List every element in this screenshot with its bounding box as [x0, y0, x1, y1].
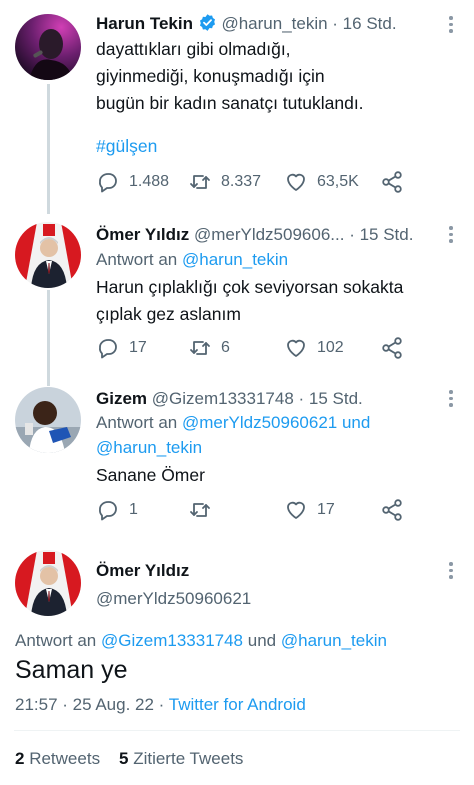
like-button[interactable]: 63,5K	[284, 170, 359, 194]
reply-button[interactable]: 1.488	[96, 170, 169, 194]
tweet-meta: 21:57 · 25 Aug. 22 · Twitter for Android	[15, 694, 306, 716]
retweet-icon	[190, 341, 210, 355]
tweet-text: Sanane Ömer	[96, 465, 205, 485]
retweet-button[interactable]	[188, 498, 212, 522]
like-count: 102	[317, 339, 344, 356]
heart-icon	[287, 501, 305, 519]
source-link[interactable]: Twitter for Android	[169, 695, 306, 714]
tweet-text: dayattıkları gibi olmadığı, giyinmediği,…	[96, 39, 364, 113]
mention-link[interactable]: @harun_tekin	[281, 631, 387, 650]
like-count: 63,5K	[317, 173, 359, 190]
reply-context: Antwort an @Gizem13331748 und @harun_tek…	[15, 631, 387, 650]
share-button[interactable]	[380, 170, 404, 194]
reply-context: Antwort an @merYldz50960621 und	[96, 413, 371, 432]
tweet-text: Harun çıplaklığı çok seviyorsan sokakta …	[96, 277, 404, 324]
avatar[interactable]	[15, 14, 81, 80]
tweet[interactable]: Gizem @Gizem13331748 · 15 Std. Antwort a…	[0, 384, 474, 534]
display-name[interactable]: Gizem	[96, 389, 147, 408]
share-button[interactable]	[380, 336, 404, 360]
tweet-header: Gizem @Gizem13331748 · 15 Std.	[96, 388, 363, 410]
verified-badge-icon	[199, 14, 215, 31]
retweet-icon	[190, 175, 210, 189]
avatar[interactable]	[15, 550, 81, 616]
timestamp[interactable]: · 15 Std.	[349, 225, 413, 244]
quotes-stat[interactable]: 5 Zitierte Tweets	[119, 749, 243, 768]
retweet-count: 8.337	[221, 173, 262, 190]
reply-button[interactable]: 17	[96, 336, 147, 360]
display-name[interactable]: Harun Tekin	[96, 14, 193, 33]
display-name[interactable]: Ömer Yıldız	[96, 560, 189, 582]
more-options-icon[interactable]	[448, 390, 454, 407]
share-icon	[382, 499, 402, 521]
reply-button[interactable]: 1	[96, 498, 138, 522]
handle[interactable]: @merYldz50960621	[96, 588, 251, 610]
reply-context: Antwort an @harun_tekin	[96, 250, 289, 269]
handle[interactable]: @merYldz509606...	[194, 225, 345, 244]
like-button[interactable]: 17	[284, 498, 335, 522]
share-icon	[382, 171, 402, 193]
handle[interactable]: @harun_tekin	[221, 14, 327, 33]
timestamp[interactable]: · 16 Std.	[332, 14, 396, 33]
retweet-button[interactable]: 6	[188, 336, 230, 360]
tweet-text: Saman ye	[15, 656, 128, 684]
reply-icon	[99, 501, 117, 521]
display-name[interactable]: Ömer Yıldız	[96, 225, 189, 244]
reply-count: 1	[129, 501, 138, 518]
mention-link[interactable]: @harun_tekin	[96, 437, 202, 459]
engagement-stats: 2 Retweets 5 Zitierte Tweets	[15, 748, 243, 770]
reply-icon	[99, 339, 117, 359]
retweet-button[interactable]: 8.337	[188, 170, 261, 194]
like-count: 17	[317, 501, 335, 518]
mention-link[interactable]: @harun_tekin	[182, 250, 288, 269]
tweet-header: Ömer Yıldız @merYldz509606... · 15 Std.	[96, 224, 413, 246]
focused-tweet: Ömer Yıldız @merYldz50960621 Antwort an …	[0, 534, 474, 785]
reply-count: 1.488	[129, 173, 170, 190]
mention-link[interactable]: @merYldz50960621 und	[182, 413, 370, 432]
share-icon	[382, 337, 402, 359]
share-button[interactable]	[380, 498, 404, 522]
mention-link[interactable]: @Gizem13331748	[101, 631, 243, 650]
tweet-header: Harun Tekin @harun_tekin · 16 Std.	[96, 13, 397, 35]
retweets-stat[interactable]: 2 Retweets	[15, 749, 100, 768]
more-options-icon[interactable]	[448, 16, 454, 33]
heart-icon	[287, 173, 305, 191]
tweet[interactable]: Ömer Yıldız @merYldz509606... · 15 Std. …	[0, 214, 474, 384]
more-options-icon[interactable]	[448, 562, 454, 579]
timestamp[interactable]: 21:57 · 25 Aug. 22 ·	[15, 695, 164, 714]
heart-icon	[287, 339, 305, 357]
tweet[interactable]: Harun Tekin @harun_tekin · 16 Std. dayat…	[0, 0, 474, 214]
handle[interactable]: @Gizem13331748	[152, 389, 294, 408]
reply-count: 17	[129, 339, 147, 356]
like-button[interactable]: 102	[284, 336, 344, 360]
timestamp[interactable]: · 15 Std.	[299, 389, 363, 408]
retweet-count: 6	[221, 339, 230, 356]
retweet-icon	[190, 503, 210, 517]
avatar[interactable]	[15, 387, 81, 453]
avatar[interactable]	[15, 222, 81, 288]
reply-icon	[99, 173, 117, 193]
more-options-icon[interactable]	[448, 226, 454, 243]
divider	[14, 730, 460, 731]
hashtag-link[interactable]: #gülşen	[96, 133, 157, 160]
